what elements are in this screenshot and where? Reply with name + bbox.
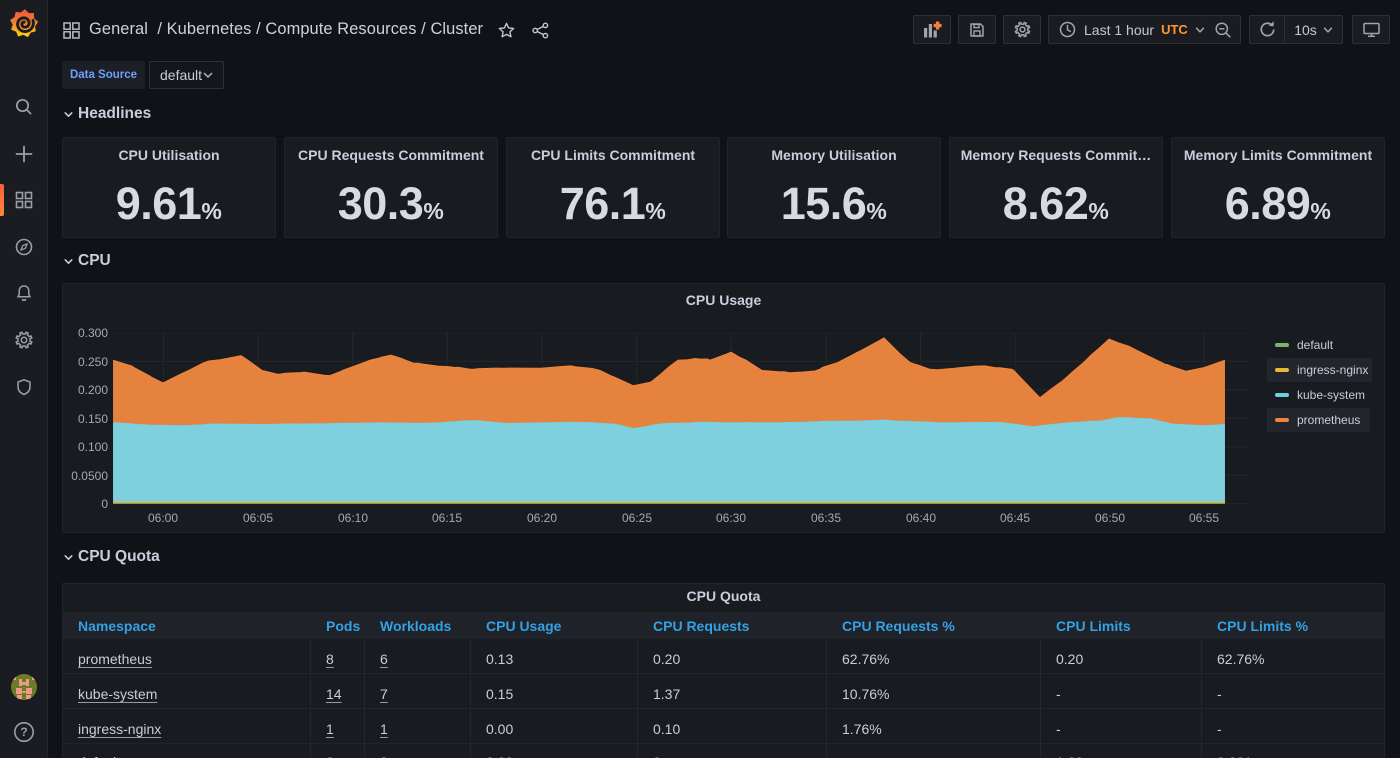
svg-text:?: ? [20,725,27,739]
